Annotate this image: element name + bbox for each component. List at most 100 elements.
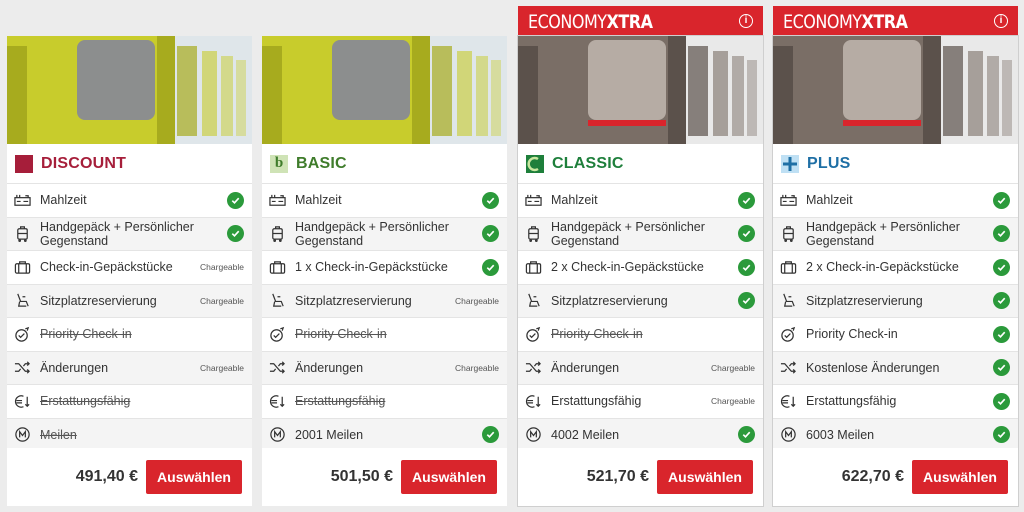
select-fare-button[interactable]: Auswählen bbox=[657, 460, 753, 494]
cabin-seat-photo bbox=[518, 36, 763, 144]
feature-status bbox=[993, 258, 1010, 276]
checked-luggage-icon bbox=[269, 259, 291, 276]
feature-status bbox=[227, 191, 244, 209]
fare-price: 521,70 € bbox=[586, 468, 649, 485]
included-check-icon bbox=[993, 225, 1010, 243]
info-icon[interactable]: i bbox=[994, 14, 1008, 28]
feature-row: Mahlzeit bbox=[518, 184, 763, 218]
feature-row: 4002 Meilen bbox=[518, 418, 763, 452]
priority-checkin-icon bbox=[780, 326, 802, 343]
cabin-seat-photo bbox=[7, 36, 252, 144]
select-fare-button[interactable]: Auswählen bbox=[146, 460, 242, 494]
plus-cross-icon bbox=[781, 154, 807, 173]
checked-luggage-icon bbox=[780, 259, 802, 276]
fare-price: 622,70 € bbox=[841, 468, 904, 485]
feature-status bbox=[738, 292, 755, 310]
feature-row: 2001 Meilen bbox=[262, 418, 507, 452]
fare-card-plus: PLUS Mahlzeit Handgepäck + Persönlicher … bbox=[773, 36, 1018, 506]
feature-label: Mahlzeit bbox=[551, 193, 598, 208]
included-check-icon bbox=[227, 225, 244, 243]
feature-label: Handgepäck + Persönlicher Gegenstand bbox=[40, 219, 194, 248]
feature-status bbox=[993, 325, 1010, 343]
fare-title: CLASSIC bbox=[518, 144, 763, 184]
carry-on-bag-icon bbox=[269, 225, 291, 243]
included-check-icon bbox=[993, 258, 1010, 276]
fare-price: 491,40 € bbox=[75, 468, 138, 485]
economy-xtra-banner: ECONOMY XTRA i bbox=[518, 6, 763, 36]
feature-row: Erstattungsfähig bbox=[773, 385, 1018, 419]
shuffle-changes-icon bbox=[525, 359, 547, 376]
feature-label: Erstattungsfähig bbox=[551, 394, 642, 409]
feature-label: Priority Check-in bbox=[806, 327, 898, 342]
meal-icon bbox=[14, 192, 36, 209]
checked-luggage-icon bbox=[14, 259, 36, 276]
select-fare-button[interactable]: Auswählen bbox=[912, 460, 1008, 494]
chargeable-label: Chargeable bbox=[200, 362, 244, 373]
feature-row: Handgepäck + Persönlicher Gegenstand bbox=[7, 217, 252, 251]
feature-label: 4002 Meilen bbox=[551, 427, 620, 442]
feature-status bbox=[993, 392, 1010, 410]
feature-status: Chargeable bbox=[200, 262, 244, 272]
feature-status bbox=[738, 191, 755, 209]
included-check-icon bbox=[227, 191, 244, 209]
included-check-icon bbox=[993, 325, 1010, 343]
feature-label: Sitzplatzreservierung bbox=[806, 293, 923, 308]
meal-icon bbox=[525, 192, 547, 209]
fare-card-discount: DISCOUNT Mahlzeit Handgepäck + Persönlic… bbox=[7, 36, 252, 506]
feature-label: Handgepäck + Persönlicher Gegenstand bbox=[295, 219, 449, 248]
select-fare-button[interactable]: Auswählen bbox=[401, 460, 497, 494]
feature-status bbox=[738, 426, 755, 444]
info-icon[interactable]: i bbox=[739, 14, 753, 28]
feature-label: Check-in-Gepäckstücke bbox=[40, 260, 173, 275]
chargeable-label: Chargeable bbox=[455, 295, 499, 306]
feature-status bbox=[993, 191, 1010, 209]
included-check-icon bbox=[993, 426, 1010, 444]
shuffle-changes-icon bbox=[14, 359, 36, 376]
feature-row: Kostenlose Änderungen bbox=[773, 351, 1018, 385]
feature-label: Mahlzeit bbox=[806, 193, 853, 208]
carry-on-bag-icon bbox=[525, 225, 547, 243]
included-check-icon bbox=[738, 426, 755, 444]
feature-row: Mahlzeit bbox=[7, 184, 252, 218]
feature-row: 2 x Check-in-Gepäckstücke bbox=[773, 251, 1018, 285]
feature-row: Priority Check-in bbox=[7, 318, 252, 352]
fare-card-basic: b BASIC Mahlzeit Handgepäck + Persönlich… bbox=[262, 36, 507, 506]
included-check-icon bbox=[738, 292, 755, 310]
feature-row: Handgepäck + Persönlicher Gegenstand bbox=[262, 217, 507, 251]
classic-c-icon bbox=[526, 154, 552, 173]
feature-label: Erstattungsfähig bbox=[806, 394, 897, 409]
feature-status: Chargeable bbox=[200, 363, 244, 373]
feature-row: 6003 Meilen bbox=[773, 418, 1018, 452]
feature-row: Priority Check-in bbox=[518, 318, 763, 352]
fare-name: PLUS bbox=[807, 154, 851, 172]
feature-status bbox=[993, 292, 1010, 310]
feature-label: Änderungen bbox=[295, 360, 364, 375]
feature-row: 2 x Check-in-Gepäckstücke bbox=[518, 251, 763, 285]
shuffle-changes-icon bbox=[269, 359, 291, 376]
feature-row: Sitzplatzreservierung bbox=[518, 284, 763, 318]
fare-name: BASIC bbox=[296, 154, 347, 172]
feature-row: Handgepäck + Persönlicher Gegenstand bbox=[773, 217, 1018, 251]
feature-status: Chargeable bbox=[711, 363, 755, 373]
feature-label: Änderungen bbox=[40, 360, 109, 375]
feature-row: Sitzplatzreservierung Chargeable bbox=[262, 284, 507, 318]
banner-economy-text: ECONOMY bbox=[783, 10, 862, 32]
included-check-icon bbox=[993, 392, 1010, 410]
meal-icon bbox=[269, 192, 291, 209]
feature-status bbox=[482, 191, 499, 209]
priority-checkin-icon bbox=[14, 326, 36, 343]
feature-row: Erstattungsfähig bbox=[262, 385, 507, 419]
feature-row: Mahlzeit bbox=[262, 184, 507, 218]
feature-status bbox=[227, 225, 244, 243]
carry-on-bag-icon bbox=[780, 225, 802, 243]
included-check-icon bbox=[482, 426, 499, 444]
feature-label: 2 x Check-in-Gepäckstücke bbox=[551, 260, 704, 275]
feature-status: Chargeable bbox=[200, 296, 244, 306]
feature-row: Sitzplatzreservierung Chargeable bbox=[7, 284, 252, 318]
feature-row: Änderungen Chargeable bbox=[518, 351, 763, 385]
included-check-icon bbox=[482, 191, 499, 209]
basic-b-icon: b bbox=[270, 154, 296, 173]
feature-label: Sitzplatzreservierung bbox=[295, 293, 412, 308]
feature-status bbox=[482, 426, 499, 444]
feature-row: Check-in-Gepäckstücke Chargeable bbox=[7, 251, 252, 285]
